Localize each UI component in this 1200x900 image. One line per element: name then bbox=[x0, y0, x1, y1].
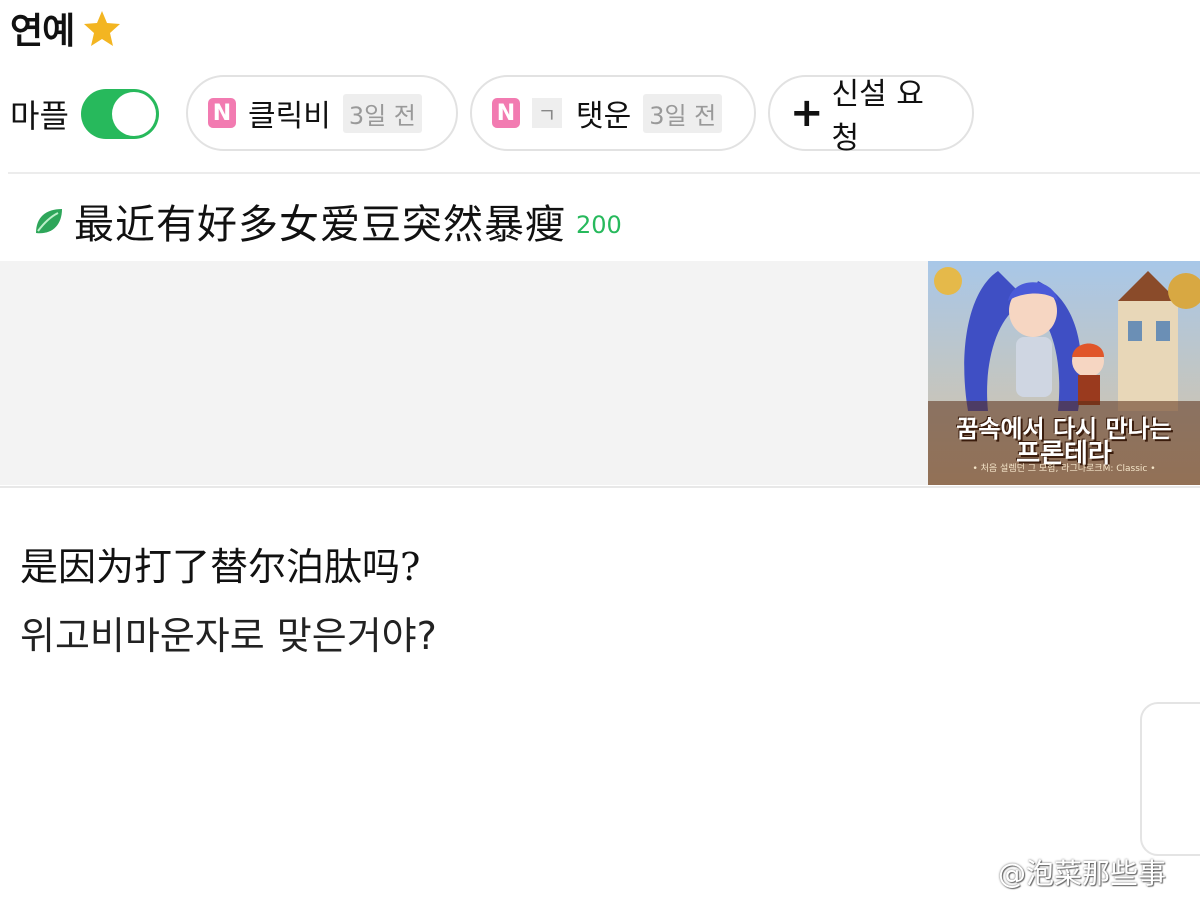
toggle-knob bbox=[111, 92, 156, 136]
watermark: @泡菜那些事 bbox=[952, 852, 1166, 892]
chip-time: 3일 전 bbox=[643, 93, 723, 133]
ad-subtitle: • 처음 설렘던 그 모험, 라그나로크M: Classic • bbox=[972, 464, 1156, 474]
sub-badge: ㄱ bbox=[532, 98, 562, 128]
post-title: 最近有好多女爱豆突然暴瘦 bbox=[74, 202, 566, 248]
post-body-line-2: 위고비마운자로 맞은거야? bbox=[20, 614, 437, 658]
weibo-icon bbox=[953, 860, 991, 888]
post-title-row[interactable]: 最近有好多女爱豆突然暴瘦 200 bbox=[32, 192, 622, 250]
floating-tab[interactable] bbox=[1140, 702, 1200, 856]
filter-row: 마플 bbox=[10, 75, 181, 153]
leaf-icon bbox=[36, 209, 62, 234]
ad-image[interactable]: 꿈속에서 다시 만나는 프론테라 • 처음 설렘던 그 모험, 라그나로크M: … bbox=[928, 261, 1200, 485]
divider bbox=[8, 172, 1200, 174]
star-icon[interactable] bbox=[82, 8, 122, 48]
mafeul-label: 마플 bbox=[10, 97, 69, 135]
page-header: 연예 bbox=[10, 2, 122, 54]
watermark-text: @泡菜那些事 bbox=[998, 857, 1167, 890]
new-request-button[interactable]: + 신설 요청 bbox=[768, 75, 974, 156]
new-badge: N bbox=[208, 98, 236, 128]
chip-time: 3일 전 bbox=[342, 93, 422, 133]
new-request-label: 신설 요청 bbox=[831, 77, 924, 156]
chip-taeyun[interactable]: N ㄱ 탯운 3일 전 bbox=[470, 75, 756, 151]
category-title: 연예 bbox=[10, 11, 75, 52]
divider bbox=[0, 486, 1200, 488]
post-body-line-1: 是因为打了替尔泊肽吗? bbox=[20, 545, 421, 589]
mafeul-toggle[interactable] bbox=[80, 89, 159, 139]
chip-label: 탯운 bbox=[576, 99, 632, 134]
chip-label: 클릭비 bbox=[248, 99, 331, 134]
comment-count: 200 bbox=[576, 211, 622, 239]
chip-clickb[interactable]: N 클릭비 3일 전 bbox=[186, 75, 458, 151]
new-badge: N bbox=[492, 98, 520, 128]
plus-icon: + bbox=[790, 90, 824, 136]
